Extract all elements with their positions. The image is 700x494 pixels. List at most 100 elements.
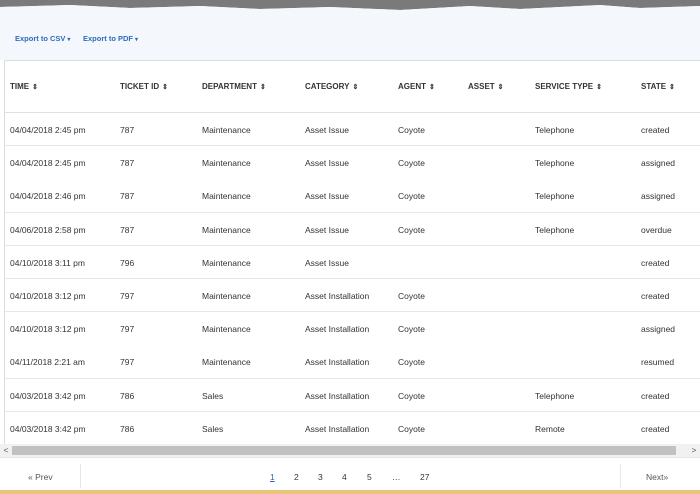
column-header-time[interactable]: TIME ⇕ <box>10 82 38 91</box>
sort-icon: ⇕ <box>497 84 504 91</box>
column-header-ticket-id[interactable]: TICKET ID ⇕ <box>120 82 168 91</box>
cell-agent: Coyote <box>398 291 425 301</box>
cell-ticket-id: 786 <box>120 423 135 434</box>
page-ellipsis: … <box>392 472 401 482</box>
column-label: AGENT <box>398 82 426 91</box>
cell-ticket-id: 787 <box>120 191 135 202</box>
cell-service-type: Telephone <box>535 125 575 135</box>
sort-icon: ⇕ <box>162 84 168 91</box>
cell-state: created <box>641 257 670 268</box>
cell-service-type: Telephone <box>535 390 575 401</box>
cell-state: assigned <box>641 191 676 202</box>
pagination-divider <box>620 464 621 488</box>
toolbar: Export to CSV ▾ Export to PDF ▾ <box>0 14 700 60</box>
cell-category: Asset Issue <box>305 191 349 202</box>
column-label: ASSET <box>468 82 495 91</box>
export-pdf-label: Export to PDF <box>83 34 133 43</box>
cell-state: assigned <box>641 158 676 169</box>
tickets-table: TIME ⇕ TICKET ID ⇕ DEPARTMENT ⇕ CATEGORY ⇕ A… <box>4 60 700 444</box>
bottom-strip <box>0 490 700 494</box>
cell-ticket-id: 786 <box>120 390 135 401</box>
cell-department: Maintenance <box>202 257 251 268</box>
cell-department: Maintenance <box>202 125 251 135</box>
table-row[interactable]: 04/04/2018 2:45 pm 787 Maintenance Asset Is… <box>5 146 700 180</box>
export-csv-button[interactable]: Export to CSV ▾ <box>15 34 70 43</box>
cell-agent: Coyote <box>398 125 425 135</box>
scrollbar-thumb[interactable] <box>12 446 676 455</box>
table-row[interactable]: 04/10/2018 3:11 pm 796 Maintenance Asset Is… <box>5 245 700 280</box>
cell-category: Asset Issue <box>305 257 349 268</box>
table-row[interactable]: 04/04/2018 2:46 pm 787 Maintenance Asset Is… <box>5 179 700 213</box>
column-header-category[interactable]: CATEGORY ⇕ <box>305 82 358 91</box>
table-row[interactable]: 04/03/2018 3:42 pm 786 Sales Asset Installa… <box>5 411 700 444</box>
page-number-link[interactable]: 3 <box>318 472 323 482</box>
scroll-left-arrow-icon[interactable]: < <box>0 444 12 457</box>
cell-state: created <box>641 291 670 301</box>
cell-department: Maintenance <box>202 224 251 235</box>
cell-agent: Coyote <box>398 357 425 368</box>
table-row[interactable]: 04/10/2018 3:12 pm 797 Maintenance Asset In… <box>5 312 700 346</box>
sort-icon: ⇕ <box>669 84 675 91</box>
cell-time: 04/10/2018 3:12 pm <box>10 324 86 335</box>
column-header-asset[interactable]: ASSET ⇕ <box>468 82 504 91</box>
cell-ticket-id: 787 <box>120 224 135 235</box>
page-number-link[interactable]: 1 <box>270 472 275 482</box>
column-label: TIME <box>10 82 30 91</box>
table-row[interactable]: 04/11/2018 2:21 am 797 Maintenance Asset In… <box>5 345 700 379</box>
cell-time: 04/10/2018 3:12 pm <box>10 291 86 301</box>
cell-state: resumed <box>641 357 675 368</box>
cell-time: 04/11/2018 2:21 am <box>10 357 85 368</box>
cell-ticket-id: 797 <box>120 357 135 368</box>
cell-department: Maintenance <box>202 291 251 301</box>
page-number-link[interactable]: 5 <box>367 472 372 482</box>
table-row[interactable]: 04/06/2018 2:58 pm 787 Maintenance Asset Is… <box>5 212 700 246</box>
prev-page-button[interactable]: « Prev <box>28 472 53 482</box>
column-header-service-type[interactable]: SERVICE TYPE ⇕ <box>535 82 602 91</box>
column-label: STATE <box>641 82 667 91</box>
column-header-department[interactable]: DEPARTMENT ⇕ <box>202 82 266 91</box>
horizontal-scrollbar[interactable]: < > <box>0 444 700 457</box>
cell-agent: Coyote <box>398 224 425 235</box>
export-pdf-button[interactable]: Export to PDF ▾ <box>83 34 138 43</box>
column-label: DEPARTMENT <box>202 82 257 91</box>
cell-ticket-id: 787 <box>120 158 135 169</box>
cell-category: Asset Installation <box>305 291 370 301</box>
cell-time: 04/04/2018 2:45 pm <box>10 158 86 169</box>
cell-agent: Coyote <box>398 423 425 434</box>
cell-ticket-id: 787 <box>120 125 135 135</box>
cell-ticket-id: 796 <box>120 257 135 268</box>
cell-department: Maintenance <box>202 158 251 169</box>
sort-icon: ⇕ <box>259 84 266 91</box>
cell-state: created <box>641 125 670 135</box>
sort-icon: ⇕ <box>32 84 38 91</box>
table-row[interactable]: 04/10/2018 3:12 pm 797 Maintenance Asset In… <box>5 279 700 313</box>
sort-icon: ⇕ <box>352 84 359 91</box>
page-number-link[interactable]: 4 <box>342 472 347 482</box>
cell-state: assigned <box>641 324 676 335</box>
table-row[interactable]: 04/04/2018 2:45 pm 787 Maintenance Asset Is… <box>5 113 700 147</box>
export-csv-label: Export to CSV <box>15 34 66 43</box>
next-page-button[interactable]: Next» <box>646 472 668 482</box>
page-number-link[interactable]: 2 <box>294 472 299 482</box>
cell-category: Asset Installation <box>305 423 370 434</box>
cell-agent: Coyote <box>398 390 425 401</box>
caret-down-icon: ▾ <box>67 37 71 43</box>
column-header-state[interactable]: STATE ⇕ <box>641 82 675 91</box>
cell-state: created <box>641 390 670 401</box>
cell-agent: Coyote <box>398 191 425 202</box>
scroll-right-arrow-icon[interactable]: > <box>688 444 700 457</box>
pagination: « Prev 1 2 3 4 5 … 27 Next» <box>0 457 700 494</box>
column-label: TICKET ID <box>120 82 160 91</box>
cell-department: Maintenance <box>202 357 251 368</box>
cell-time: 04/03/2018 3:42 pm <box>10 390 86 401</box>
table-row[interactable]: 04/03/2018 3:42 pm 786 Sales Asset Installa… <box>5 378 700 412</box>
cell-category: Asset Issue <box>305 158 349 169</box>
column-header-agent[interactable]: AGENT ⇕ <box>398 82 435 91</box>
cell-time: 04/10/2018 3:11 pm <box>10 257 85 268</box>
cell-department: Sales <box>202 423 224 434</box>
cell-category: Asset Issue <box>305 125 349 135</box>
page-number-link[interactable]: 27 <box>420 472 429 482</box>
cell-ticket-id: 797 <box>120 291 135 301</box>
cell-state: created <box>641 423 670 434</box>
cell-time: 04/03/2018 3:42 pm <box>10 423 86 434</box>
